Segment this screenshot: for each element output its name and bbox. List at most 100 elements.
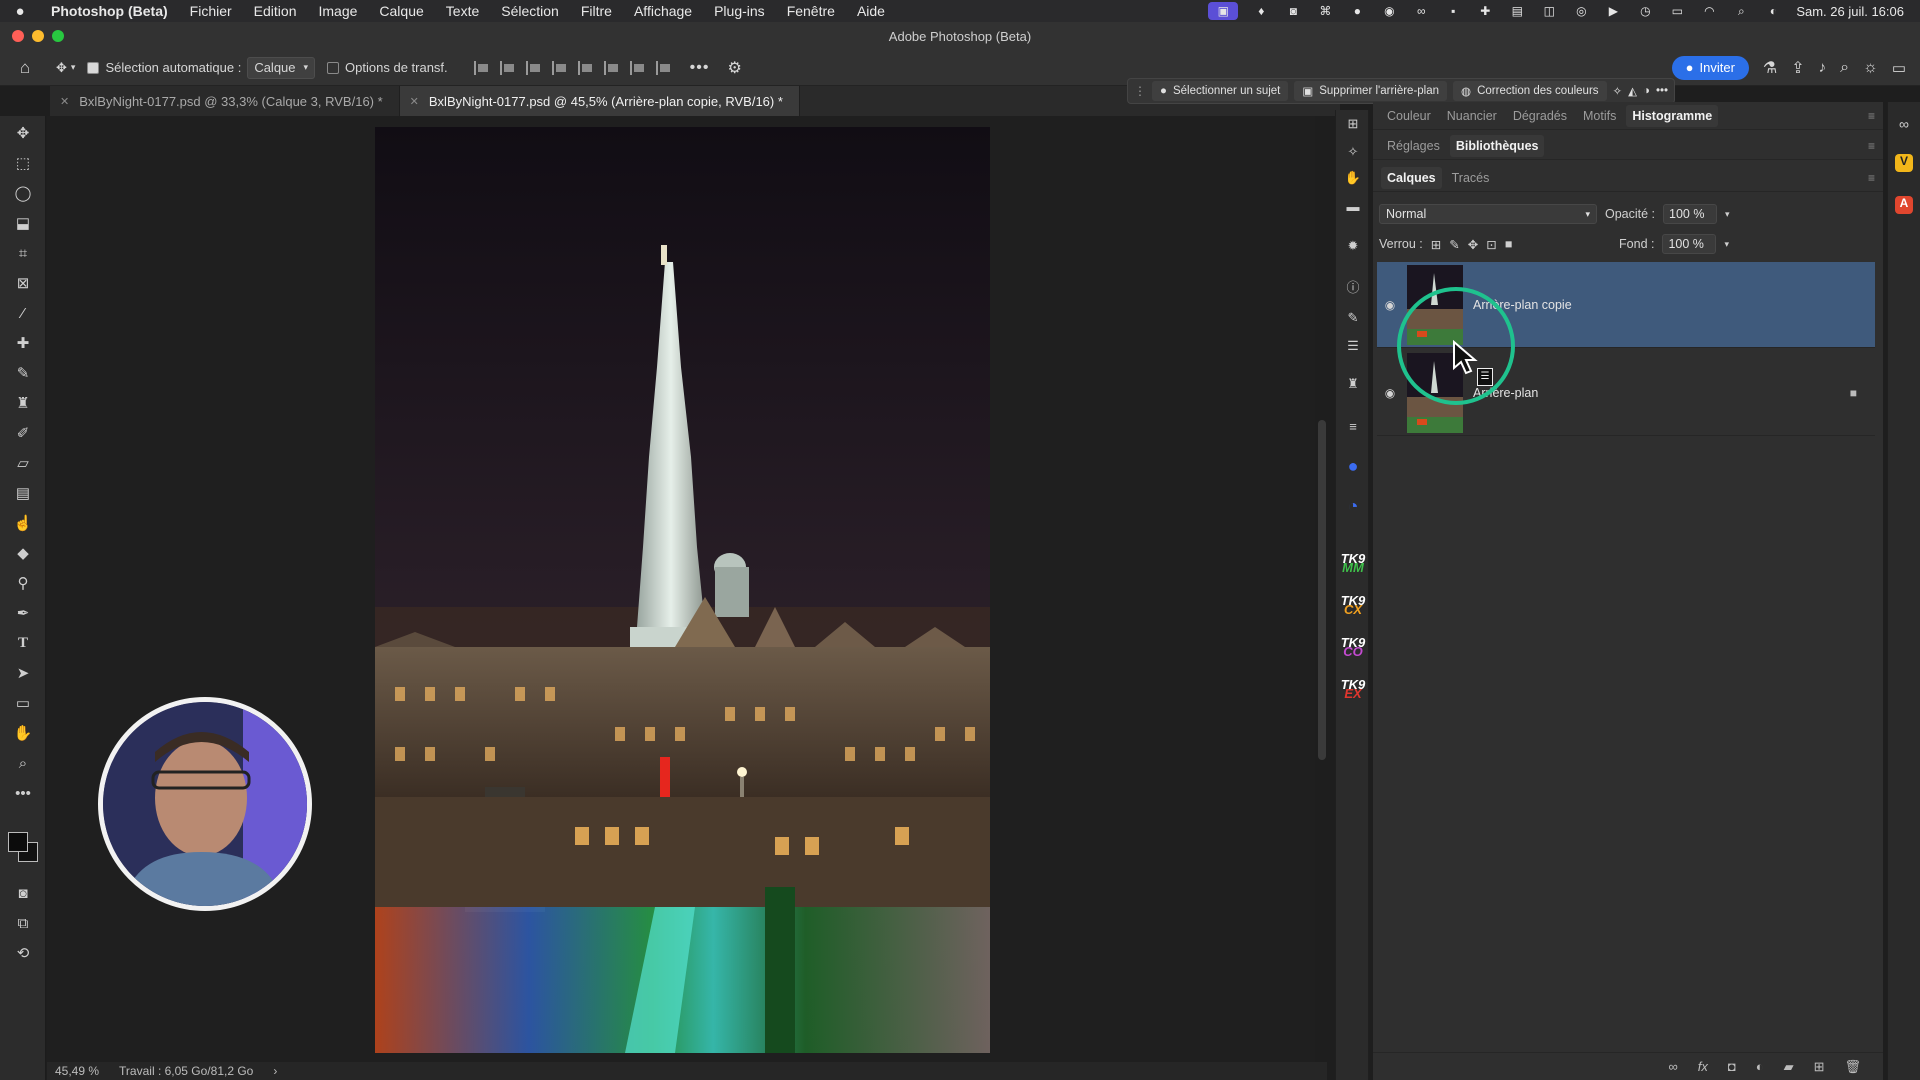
healing-brush-tool-icon[interactable]: ✚ bbox=[11, 332, 35, 354]
panel-menu-icon[interactable]: ≡ bbox=[1868, 139, 1875, 153]
home-icon[interactable]: ⌂ bbox=[0, 56, 50, 80]
generative-icon[interactable]: ⟲ bbox=[11, 942, 35, 964]
marquee-tool-icon[interactable]: ⬚ bbox=[11, 152, 35, 174]
zoom-window-button[interactable] bbox=[52, 30, 64, 42]
eyedropper-tool-icon[interactable]: ⁄ bbox=[11, 302, 35, 324]
battery-icon[interactable]: ▭ bbox=[1668, 4, 1686, 18]
align-right-icon[interactable] bbox=[525, 60, 544, 75]
bell-icon[interactable]: ♪ bbox=[1819, 59, 1827, 76]
tk9-ex-icon[interactable]: TK9 EX bbox=[1341, 676, 1366, 702]
adjustment-layer-icon[interactable]: ◐ bbox=[1756, 1059, 1764, 1074]
link-layers-icon[interactable]: ∞ bbox=[1668, 1059, 1677, 1074]
more-options-icon[interactable]: ••• bbox=[684, 56, 716, 80]
align-left-icon[interactable] bbox=[473, 60, 492, 75]
rectangle-tool-icon[interactable]: ▭ bbox=[11, 692, 35, 714]
more-options-icon[interactable]: ••• bbox=[1656, 85, 1668, 97]
tab-bibliotheques[interactable]: Bibliothèques bbox=[1449, 134, 1545, 157]
properties-icon[interactable]: ☰ bbox=[1343, 336, 1363, 356]
brush-settings-icon[interactable]: ✎ bbox=[1343, 308, 1363, 328]
menu-filtre[interactable]: Filtre bbox=[570, 3, 623, 19]
select-subject-button[interactable]: ● Sélectionner un sujet bbox=[1152, 81, 1289, 101]
gear-icon[interactable]: ⚙ bbox=[721, 56, 747, 80]
path-selection-tool-icon[interactable]: ➤ bbox=[11, 662, 35, 684]
lock-all-icon[interactable]: ■ bbox=[1505, 237, 1513, 251]
chevron-down-icon[interactable]: ▾ bbox=[1725, 209, 1730, 220]
color-correction-button[interactable]: ◍ Correction des couleurs bbox=[1453, 81, 1607, 101]
adjustment-icon[interactable]: ◑ bbox=[1643, 85, 1650, 97]
plugin-blue-circle-icon[interactable]: ● bbox=[1343, 456, 1363, 476]
hand-icon[interactable]: ✋ bbox=[1343, 168, 1363, 188]
close-icon[interactable]: ✕ bbox=[410, 95, 419, 108]
menu-app-name[interactable]: Photoshop (Beta) bbox=[40, 3, 179, 19]
lock-transparent-icon[interactable]: ⊞ bbox=[1431, 237, 1441, 252]
tab-couleur[interactable]: Couleur bbox=[1381, 105, 1437, 127]
tk9-co-icon[interactable]: TK9 CO bbox=[1341, 634, 1366, 660]
pen-tool-icon[interactable]: ✒ bbox=[11, 602, 35, 624]
wifi-icon[interactable]: ◠ bbox=[1700, 4, 1718, 18]
menu-affichage[interactable]: Affichage bbox=[623, 3, 703, 19]
distribute-horizontal-icon[interactable] bbox=[551, 60, 570, 75]
menu-plugins[interactable]: Plug-ins bbox=[703, 3, 776, 19]
menu-fichier[interactable]: Fichier bbox=[179, 3, 243, 19]
fill-input[interactable]: 100 % bbox=[1662, 234, 1717, 254]
smudge-tool-icon[interactable]: ☝ bbox=[11, 512, 35, 534]
spotlight-search-icon[interactable]: ⌕ bbox=[1732, 4, 1750, 18]
tab-histogramme[interactable]: Histogramme bbox=[1626, 104, 1719, 127]
align-top-icon[interactable] bbox=[577, 60, 596, 75]
plugin-red-icon[interactable]: A bbox=[1895, 196, 1913, 214]
control-center-icon[interactable]: ◐ bbox=[1764, 4, 1782, 18]
user-circle-icon[interactable]: ◎ bbox=[1572, 4, 1590, 18]
workspace-icon[interactable]: ▭ bbox=[1892, 59, 1906, 77]
sun-icon[interactable]: ✹ bbox=[1343, 236, 1363, 256]
play-icon[interactable]: ▶ bbox=[1604, 4, 1622, 18]
auto-select-checkbox[interactable]: Sélection automatique : bbox=[81, 56, 247, 80]
cursor-app-icon[interactable]: ● bbox=[1348, 4, 1366, 18]
info-icon[interactable]: ⓘ bbox=[1343, 276, 1363, 296]
type-tool-icon[interactable]: T bbox=[11, 632, 35, 654]
command-icon[interactable]: ⌘ bbox=[1316, 4, 1334, 18]
screen-mode-icon[interactable]: ⧉ bbox=[11, 912, 35, 934]
distribute-vertical-icon[interactable] bbox=[655, 60, 674, 75]
scratch-disk-info[interactable]: Travail : 6,05 Go/81,2 Go bbox=[119, 1064, 253, 1078]
lasso-tool-icon[interactable]: ◯ bbox=[11, 182, 35, 204]
align-bottom-icon[interactable] bbox=[629, 60, 648, 75]
tab-traces[interactable]: Tracés bbox=[1446, 167, 1496, 189]
doc-tab-2[interactable]: ✕ BxlByNight-0177.psd @ 45,5% (Arrière-pl… bbox=[399, 86, 800, 116]
doc-tab-1[interactable]: ✕ BxlByNight-0177.psd @ 33,3% (Calque 3, … bbox=[50, 86, 400, 116]
chevron-down-icon[interactable]: ▾ bbox=[1724, 239, 1729, 250]
transform-options-checkbox[interactable]: Options de transf. bbox=[321, 56, 454, 80]
foreground-color-swatch[interactable] bbox=[8, 832, 28, 852]
remove-background-button[interactable]: ▣ Supprimer l'arrière-plan bbox=[1294, 81, 1448, 101]
screen-record-icon[interactable]: ▣ bbox=[1208, 2, 1239, 20]
menu-edition[interactable]: Edition bbox=[243, 3, 308, 19]
plugin-yellow-icon[interactable]: V bbox=[1895, 154, 1913, 172]
menu-calque[interactable]: Calque bbox=[368, 3, 434, 19]
trash-icon[interactable]: 🗑 bbox=[1844, 1059, 1861, 1075]
close-icon[interactable]: ✕ bbox=[60, 95, 69, 108]
add-mask-icon[interactable]: ◘ bbox=[1728, 1059, 1736, 1074]
circle-app-icon[interactable]: ◉ bbox=[1380, 4, 1398, 18]
opacity-input[interactable]: 100 % bbox=[1663, 204, 1718, 224]
panel-menu-icon[interactable]: ≡ bbox=[1868, 109, 1875, 123]
clone-stamp-tool-icon[interactable]: ♜ bbox=[11, 392, 35, 414]
frame-tool-icon[interactable]: ⊠ bbox=[11, 272, 35, 294]
brush-tool-icon[interactable]: ✎ bbox=[11, 362, 35, 384]
time-machine-icon[interactable]: ◷ bbox=[1636, 4, 1654, 18]
camera-icon[interactable]: ◙ bbox=[1284, 4, 1302, 18]
window-layout-icon[interactable]: ◫ bbox=[1540, 4, 1558, 18]
magic-wand-icon[interactable]: ✧ bbox=[1613, 84, 1623, 98]
menu-aide[interactable]: Aide bbox=[846, 3, 896, 19]
new-layer-icon[interactable]: ⊞ bbox=[1814, 1059, 1825, 1075]
document-image[interactable] bbox=[375, 127, 990, 1053]
menu-image[interactable]: Image bbox=[307, 3, 368, 19]
creative-cloud-icon[interactable]: ∞ bbox=[1895, 116, 1913, 134]
menu-texte[interactable]: Texte bbox=[435, 3, 490, 19]
clone-source-icon[interactable]: ♜ bbox=[1343, 374, 1363, 394]
history-icon[interactable]: ⊞ bbox=[1343, 114, 1363, 134]
gradient-tool-icon[interactable]: ▤ bbox=[11, 482, 35, 504]
crop-tool-icon[interactable]: ⌗ bbox=[11, 242, 35, 264]
plugin-blue-pie-icon[interactable]: ◔ bbox=[1343, 496, 1363, 516]
drag-handle-icon[interactable]: ⋮ bbox=[1134, 84, 1146, 98]
dodge-tool-icon[interactable]: ⚲ bbox=[11, 572, 35, 594]
quick-mask-icon[interactable]: ◙ bbox=[11, 882, 35, 904]
